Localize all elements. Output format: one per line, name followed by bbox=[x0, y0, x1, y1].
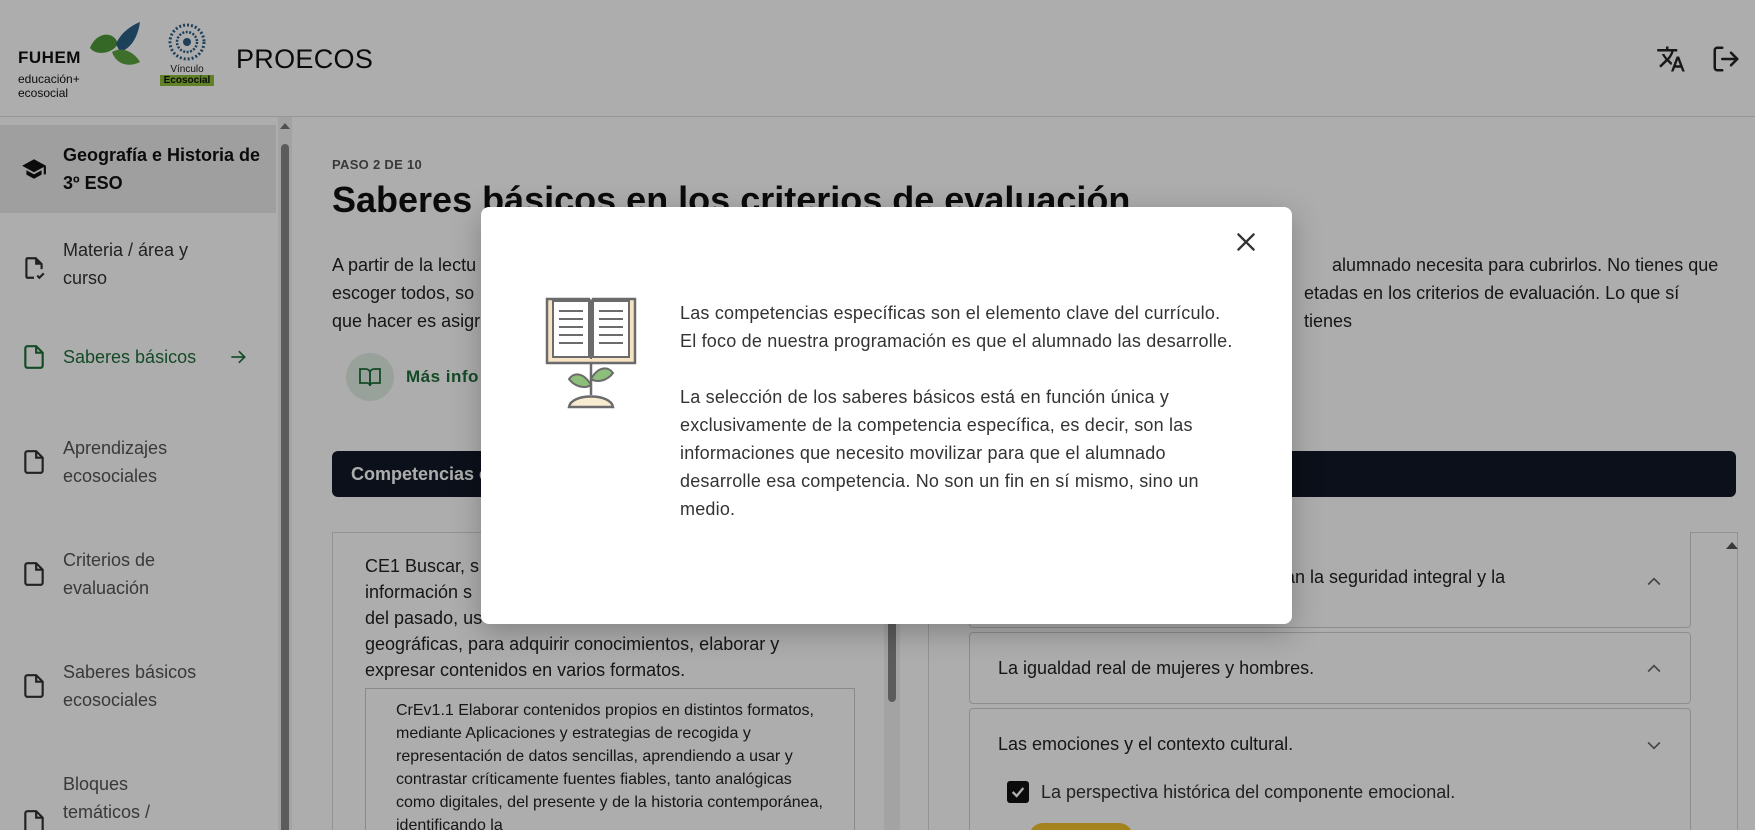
modal-body: Las competencias específicas son el elem… bbox=[680, 299, 1240, 523]
modal-paragraph-1: Las competencias específicas son el elem… bbox=[680, 303, 1233, 351]
info-modal: Las competencias específicas son el elem… bbox=[481, 207, 1292, 624]
close-icon[interactable] bbox=[1233, 229, 1259, 255]
modal-paragraph-2: La selección de los saberes básicos está… bbox=[680, 387, 1199, 519]
book-plant-icon bbox=[545, 297, 637, 409]
